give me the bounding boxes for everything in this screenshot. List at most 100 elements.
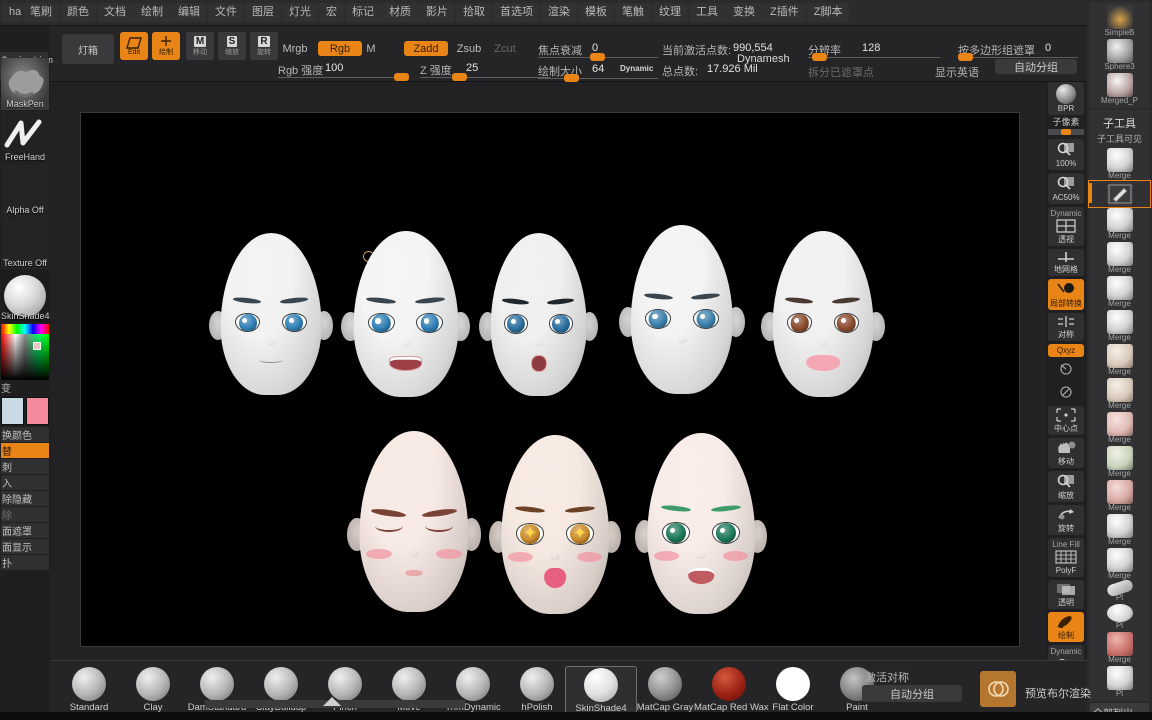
mrgb-toggle[interactable]: Mrgb — [278, 42, 312, 56]
material-selector[interactable]: SkinShade4 — [1, 270, 50, 322]
move-mode-button[interactable]: M 移动 — [186, 32, 214, 60]
subtool-item-15[interactable]: Merge — [1089, 631, 1150, 665]
slider-knob[interactable] — [590, 53, 605, 61]
subtool-item-14[interactable]: Pl — [1089, 603, 1150, 631]
z-intensity-slider[interactable] — [420, 72, 550, 82]
right-strip-center-pt[interactable]: 中心点 — [1048, 406, 1084, 435]
right-strip-draw[interactable]: 绘制 — [1048, 612, 1084, 642]
slider-knob[interactable] — [394, 73, 409, 81]
lightbox-button[interactable]: 灯箱 — [62, 34, 114, 64]
auto-group-bottom-button[interactable]: 自动分组 — [862, 685, 962, 702]
scroll-up-arrow-icon[interactable] — [323, 697, 341, 706]
menu-item-16[interactable]: 模板 — [578, 3, 614, 22]
left-row-0[interactable]: 换颜色 — [1, 427, 49, 442]
primary-color-swatch[interactable] — [1, 397, 24, 425]
right-strip-transparent[interactable]: 透明 — [1048, 580, 1084, 609]
brush-matcap-red-wax[interactable]: MatCap Red Wax — [694, 667, 769, 713]
menu-item-11[interactable]: 材质 — [382, 3, 418, 22]
right-strip-polyframe[interactable]: Line Fill PolyF — [1048, 538, 1084, 577]
auto-group-button[interactable]: 自动分组 — [995, 59, 1077, 74]
saturation-value-area[interactable] — [1, 334, 49, 380]
menu-item-5[interactable]: 编辑 — [171, 3, 207, 22]
left-row-1[interactable]: 替 — [1, 443, 49, 458]
head-neutral-blue[interactable] — [619, 225, 745, 403]
rgb-intensity-slider[interactable] — [278, 72, 409, 82]
edit-mode-button[interactable]: Edit — [120, 32, 148, 60]
subtool-item-1[interactable] — [1088, 180, 1151, 208]
left-row-4[interactable]: 除隐藏 — [1, 491, 49, 506]
menu-item-14[interactable]: 首选项 — [493, 3, 540, 22]
left-row-2[interactable]: 刺 — [1, 459, 49, 474]
zadd-toggle[interactable]: Zadd — [404, 41, 448, 56]
subtool-item-9[interactable]: Merge — [1089, 445, 1150, 479]
color-cursor[interactable] — [33, 342, 41, 350]
menu-item-12[interactable]: 影片 — [419, 3, 455, 22]
menu-item-1[interactable]: 笔刷 — [23, 3, 59, 22]
menu-item-20[interactable]: 变换 — [726, 3, 762, 22]
menu-item-4[interactable]: 绘制 — [134, 3, 170, 22]
color-picker[interactable] — [1, 324, 49, 380]
menu-item-8[interactable]: 灯光 — [282, 3, 318, 22]
head-open-smile-blue[interactable] — [341, 231, 470, 406]
subtool-item-0[interactable]: Merge — [1089, 147, 1150, 181]
right-strip-zoom-ac50[interactable]: AC50% — [1048, 173, 1084, 204]
canvas-area[interactable]: ✦ ✦ — [50, 82, 1045, 660]
rgb-toggle[interactable]: Rgb — [318, 41, 362, 56]
right-strip-rotate[interactable]: 旋转 — [1048, 505, 1084, 535]
menu-item-18[interactable]: 纹理 — [652, 3, 688, 22]
menu-item-9[interactable]: 宏 — [319, 3, 344, 22]
right-strip-subpixel[interactable]: 子像素 — [1048, 118, 1084, 135]
menu-item-3[interactable]: 文档 — [97, 3, 133, 22]
right-strip-scale[interactable]: 缩放 — [1048, 471, 1084, 502]
right-strip-symmetry[interactable]: 对称 — [1048, 313, 1084, 341]
boolean-preview-button[interactable] — [980, 671, 1016, 707]
subtool-item-4[interactable]: Merge — [1089, 275, 1150, 309]
resolution-slider[interactable] — [808, 52, 940, 62]
menu-item-15[interactable]: 渲染 — [541, 3, 577, 22]
menu-item-6[interactable]: 文件 — [208, 3, 244, 22]
right-strip-rotate-z[interactable] — [1048, 383, 1084, 403]
subtool-item-7[interactable]: Merge — [1089, 377, 1150, 411]
menu-item-10[interactable]: 标记 — [345, 3, 381, 22]
menu-item-17[interactable]: 笔触 — [615, 3, 651, 22]
head-brown-tongue[interactable] — [761, 231, 885, 406]
right-strip-perspective[interactable]: Dynamic 透视 — [1048, 207, 1084, 246]
head-closed-eyes[interactable] — [347, 431, 481, 621]
right-strip-bpr[interactable]: BPR — [1048, 82, 1084, 115]
slider-knob[interactable] — [958, 53, 973, 61]
left-row-7[interactable]: 面显示 — [1, 539, 49, 554]
bottom-scrollbar[interactable] — [205, 697, 465, 708]
subtool-item-6[interactable]: Merge — [1089, 343, 1150, 377]
show-english-button[interactable]: 显示英语 — [935, 64, 979, 80]
alpha-selector[interactable]: Alpha Off — [1, 164, 49, 216]
brush-skinshade4[interactable]: SkinShade4 — [565, 666, 637, 715]
split-masked-points-button[interactable]: 拆分已遮罩点 — [808, 64, 874, 80]
menu-item-21[interactable]: Z插件 — [763, 3, 806, 22]
stroke-selector[interactable]: FreeHand — [1, 111, 49, 163]
brush-hpolish[interactable]: hPolish — [502, 667, 572, 713]
menu-item-0[interactable]: ha — [2, 3, 22, 22]
secondary-color-swatch[interactable] — [26, 397, 49, 425]
slider-knob[interactable] — [564, 74, 579, 82]
head-smile-blue[interactable] — [209, 233, 333, 403]
subtool-item-2[interactable]: Merge — [1089, 207, 1150, 241]
right-strip-zoom-100[interactable]: 100% — [1048, 139, 1084, 170]
left-row-8[interactable]: 扑 — [1, 555, 49, 570]
brush-flat-color[interactable]: Flat Color — [758, 667, 828, 713]
subpixel-slider[interactable] — [1048, 129, 1084, 135]
subtool-item-8[interactable]: Merge — [1089, 411, 1150, 445]
slider-knob[interactable] — [452, 73, 467, 81]
brush-clay[interactable]: Clay — [118, 667, 188, 713]
menu-item-22[interactable]: Z脚本 — [806, 3, 850, 22]
hue-strip[interactable] — [1, 324, 49, 334]
zcut-toggle[interactable]: Zcut — [490, 42, 520, 56]
tool-item-2[interactable]: Merged_P — [1089, 72, 1150, 106]
brush-selector[interactable]: MaskPen — [1, 58, 49, 110]
right-strip-axis-xyz[interactable]: Qxyz — [1048, 344, 1084, 357]
head-green-eyes[interactable] — [635, 433, 767, 623]
right-strip-floor-grid[interactable]: 地网格 — [1048, 249, 1084, 276]
subtool-item-11[interactable]: Merge — [1089, 513, 1150, 547]
subtool-item-3[interactable]: Merge — [1089, 241, 1150, 275]
scale-mode-button[interactable]: S 缩放 — [218, 32, 246, 60]
left-row-5[interactable]: 除 — [1, 507, 49, 522]
